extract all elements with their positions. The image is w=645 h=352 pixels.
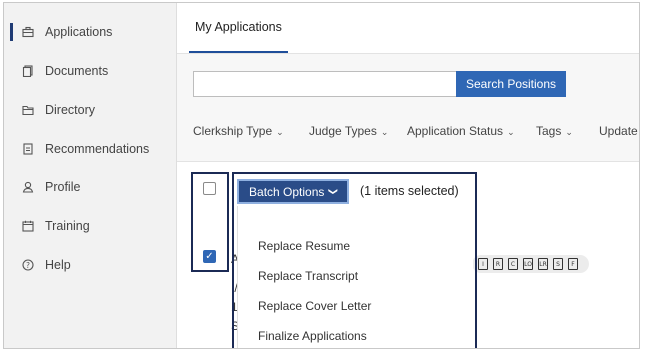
- filter-update[interactable]: Update: [599, 124, 638, 138]
- sidebar-item-applications[interactable]: Applications: [4, 19, 177, 45]
- select-all-checkbox[interactable]: [203, 182, 216, 195]
- finalize-icon[interactable]: F: [568, 258, 578, 270]
- row-checkbox[interactable]: ✓: [203, 250, 216, 263]
- app-window: Applications Documents Directory Recomme…: [3, 2, 640, 349]
- filter-judge-types[interactable]: Judge Types ⌄: [309, 124, 388, 138]
- tab-my-applications[interactable]: My Applications: [189, 3, 288, 53]
- filter-label: Application Status: [407, 124, 504, 138]
- filter-label: Clerkship Type: [193, 124, 273, 138]
- svg-text:?: ?: [26, 261, 30, 270]
- applications-list: ✓ A I/ 1 S I R C LO LR S F Replace Resum…: [177, 162, 639, 348]
- document-icon[interactable]: I: [478, 258, 488, 270]
- cover-letter-icon[interactable]: C: [508, 258, 518, 270]
- person-icon: [22, 181, 34, 193]
- sidebar-item-label: Help: [45, 258, 71, 272]
- help-icon: ?: [22, 259, 34, 271]
- sidebar-item-documents[interactable]: Documents: [4, 58, 177, 84]
- chevron-down-icon: ⌄: [507, 127, 515, 137]
- sidebar-item-label: Training: [45, 219, 90, 233]
- search-positions-button[interactable]: Search Positions: [456, 71, 566, 97]
- document-icon: [22, 65, 34, 77]
- filter-label: Update: [599, 124, 638, 138]
- letter-icon[interactable]: LO: [523, 258, 533, 270]
- filter-application-status[interactable]: Application Status ⌄: [407, 124, 515, 138]
- chevron-down-icon: ⌄: [565, 127, 573, 137]
- tab-bar: My Applications: [177, 3, 639, 54]
- briefcase-icon: [22, 26, 34, 38]
- document-icons: I R C LO LR S F: [472, 255, 589, 273]
- sidebar-item-profile[interactable]: Profile: [4, 174, 177, 200]
- sidebar: Applications Documents Directory Recomme…: [4, 3, 177, 348]
- folder-icon: [22, 104, 34, 116]
- filter-label: Judge Types: [309, 124, 377, 138]
- sidebar-item-label: Profile: [45, 180, 81, 194]
- letter-recommendation-icon[interactable]: LR: [538, 258, 548, 270]
- chevron-down-icon: ⌄: [380, 127, 389, 137]
- filter-clerkship-type[interactable]: Clerkship Type ⌄: [193, 124, 284, 138]
- recommendation-icon: [22, 143, 34, 155]
- writing-sample-icon[interactable]: S: [553, 258, 563, 270]
- sidebar-item-label: Documents: [45, 64, 109, 78]
- search-input[interactable]: [193, 71, 456, 97]
- calendar-icon: [22, 220, 34, 232]
- sidebar-item-help[interactable]: ? Help: [4, 252, 177, 278]
- batch-options-highlight: [232, 172, 477, 348]
- filter-tags[interactable]: Tags ⌄: [536, 124, 573, 138]
- main-content: My Applications Search Positions Clerksh…: [177, 3, 639, 348]
- sidebar-item-recommendations[interactable]: Recommendations: [4, 136, 177, 162]
- sidebar-item-training[interactable]: Training: [4, 213, 177, 239]
- sidebar-item-label: Directory: [45, 103, 96, 117]
- sidebar-item-directory[interactable]: Directory: [4, 97, 177, 123]
- sidebar-item-label: Recommendations: [45, 142, 150, 156]
- filter-label: Tags: [536, 124, 562, 138]
- sidebar-item-label: Applications: [45, 25, 113, 39]
- chevron-down-icon: ⌄: [276, 127, 284, 137]
- search-panel: Search Positions Clerkship Type ⌄ Judge T…: [177, 54, 639, 162]
- resume-icon[interactable]: R: [493, 258, 503, 270]
